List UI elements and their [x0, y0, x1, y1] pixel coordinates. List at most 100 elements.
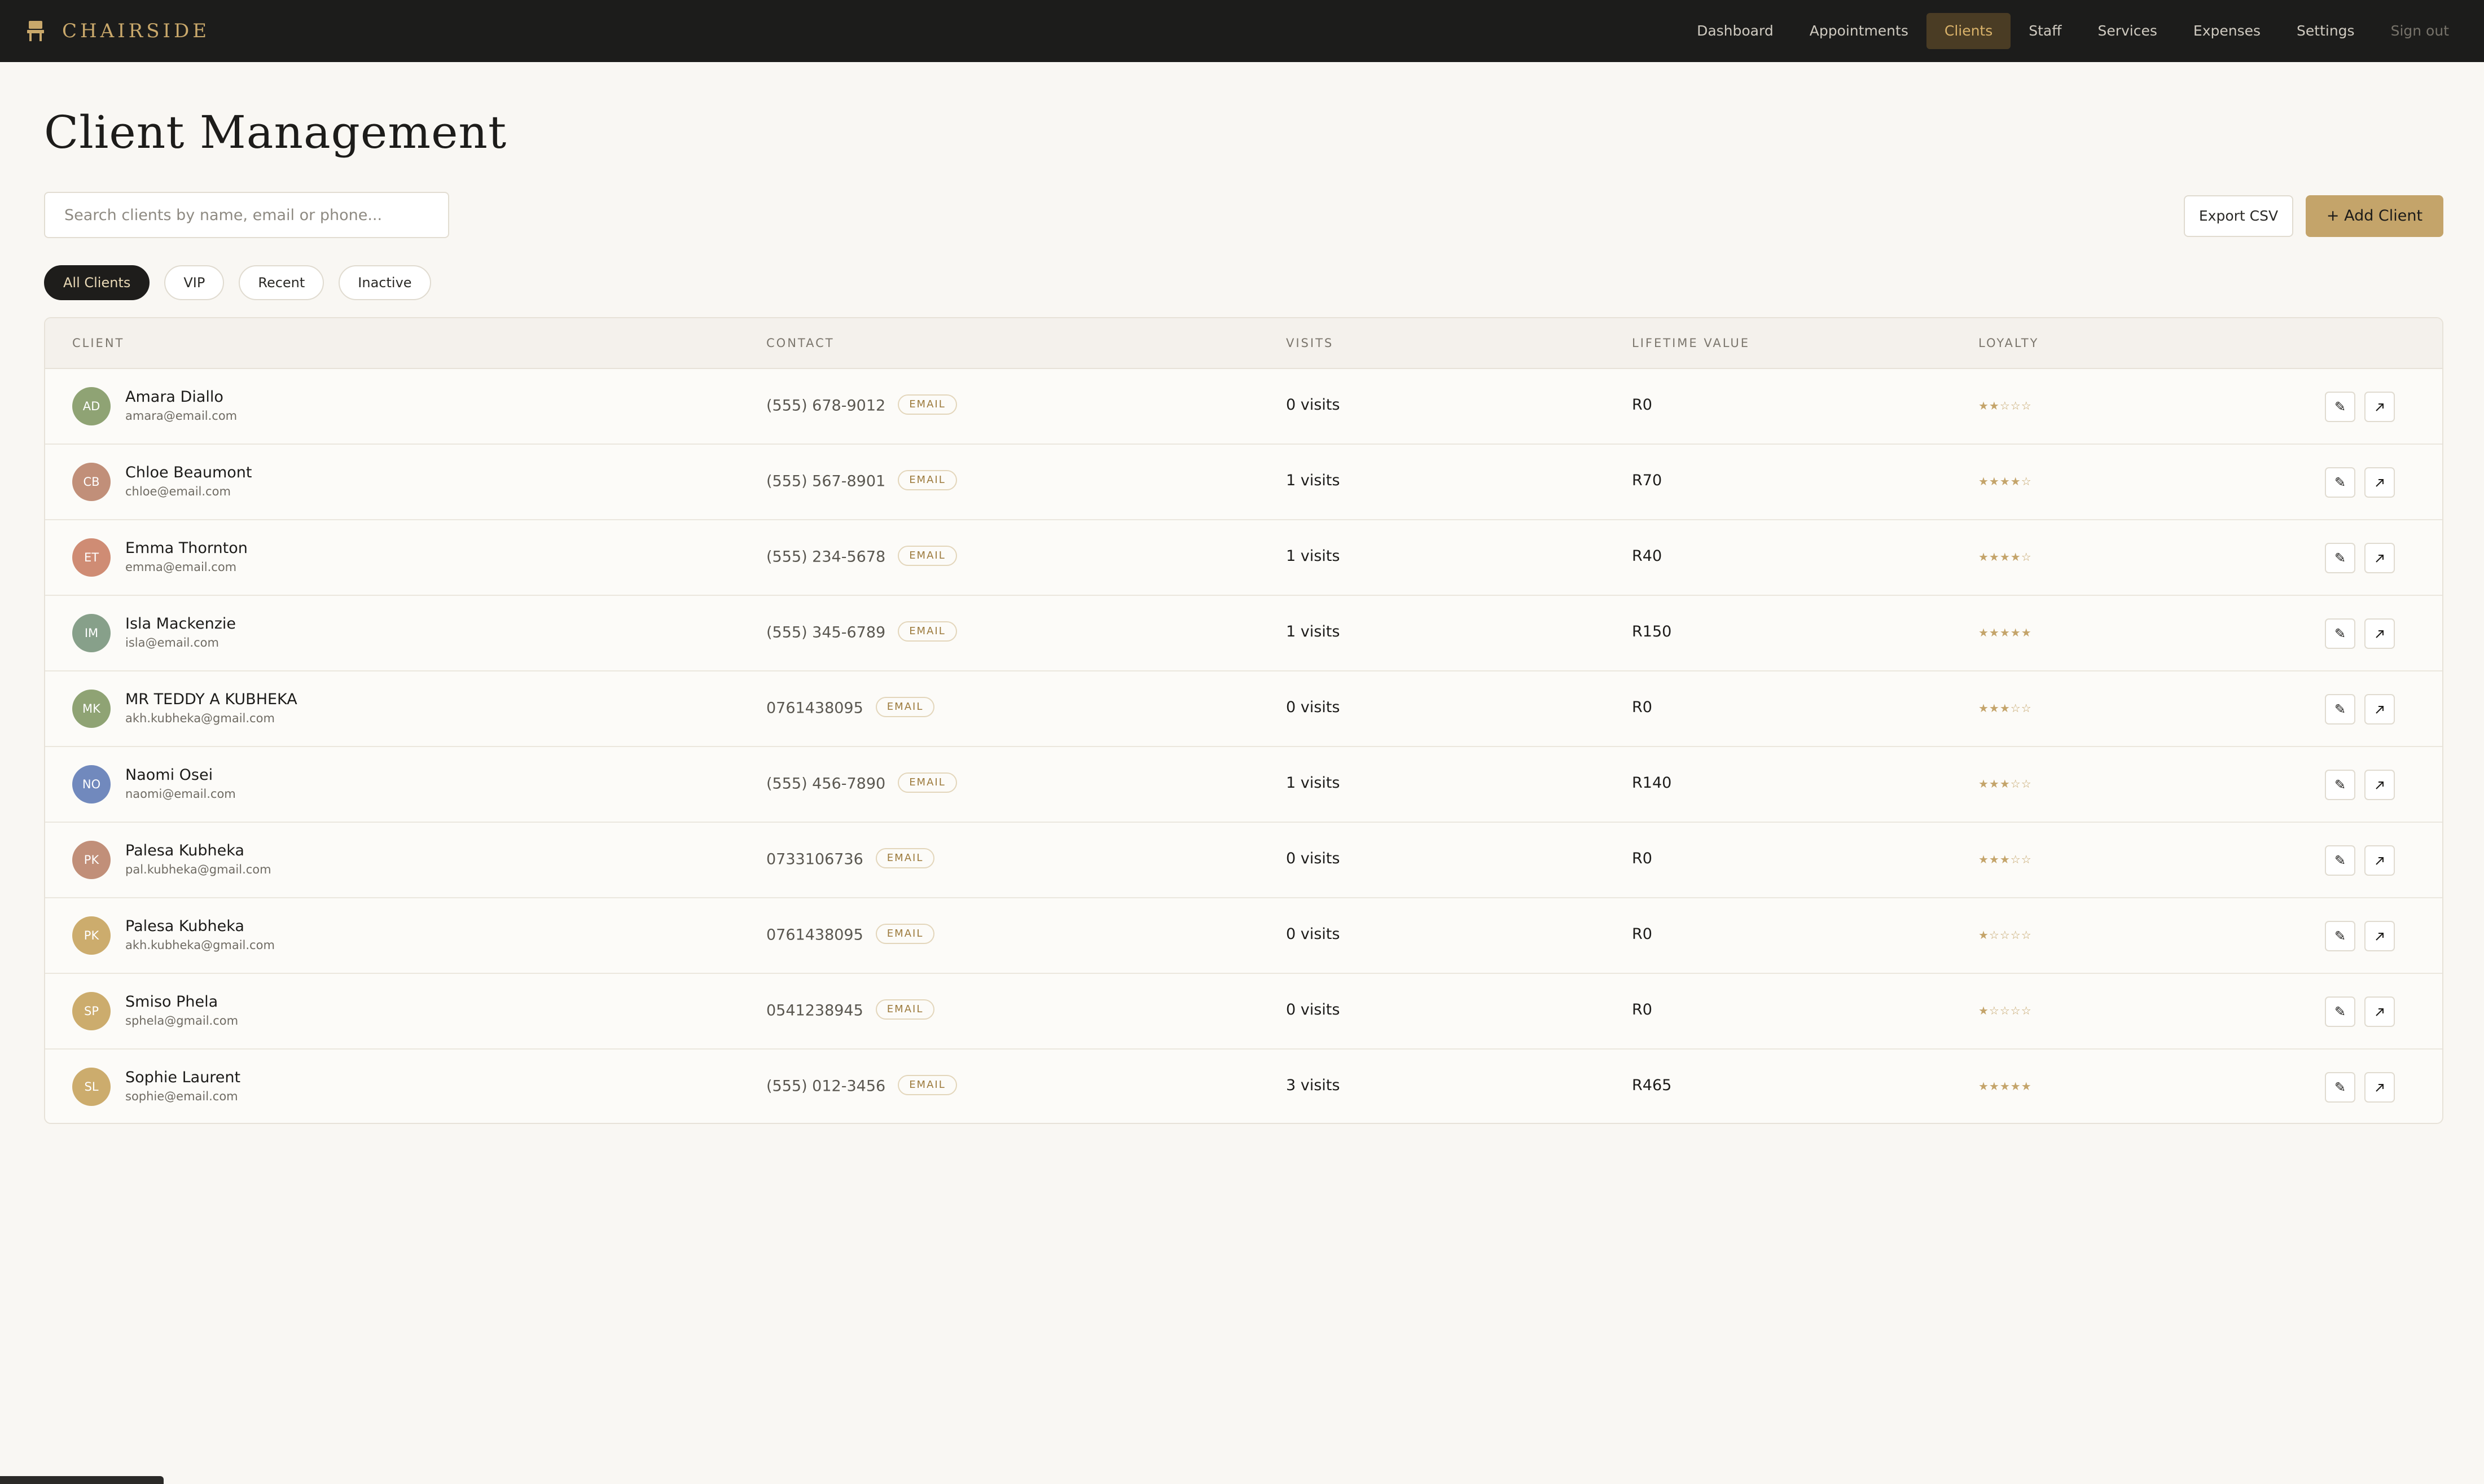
lifetime-value: R140 [1632, 774, 1672, 792]
loyalty-stars: ★★★★★ [1978, 1079, 2032, 1093]
avatar: NO [72, 765, 111, 804]
table-row[interactable]: NO Naomi Osei naomi@email.com (555) 456-789… [45, 746, 2442, 823]
chair-icon [26, 20, 45, 42]
client-name[interactable]: Sophie Laurent [125, 1069, 240, 1086]
client-name[interactable]: Chloe Beaumont [125, 464, 252, 481]
open-client-button[interactable] [2364, 845, 2395, 876]
edit-client-button[interactable]: ✎ [2325, 921, 2355, 951]
edit-client-button[interactable]: ✎ [2325, 467, 2355, 498]
table-row[interactable]: PK Palesa Kubheka akh.kubheka@gmail.com 076… [45, 897, 2442, 974]
column-header-lifetime-value[interactable]: LIFETIME VALUE [1632, 318, 1750, 368]
visit-count: 1 visits [1286, 472, 1340, 489]
client-name[interactable]: Naomi Osei [125, 766, 213, 784]
nav-sign-out[interactable]: Sign out [2373, 13, 2467, 49]
add-client-button[interactable]: + Add Client [2306, 195, 2443, 237]
edit-client-button[interactable]: ✎ [2325, 392, 2355, 422]
table-row[interactable]: MK MR TEDDY A KUBHEKA akh.kubheka@gmail.co… [45, 670, 2442, 747]
nav-dashboard[interactable]: Dashboard [1679, 13, 1792, 49]
client-name[interactable]: MR TEDDY A KUBHEKA [125, 691, 297, 708]
client-name[interactable]: Emma Thornton [125, 539, 248, 557]
email-tag[interactable]: EMAIL [875, 848, 935, 868]
visit-count: 0 visits [1286, 699, 1340, 716]
edit-client-button[interactable]: ✎ [2325, 618, 2355, 649]
open-client-button[interactable] [2364, 1072, 2395, 1103]
email-tag[interactable]: EMAIL [875, 999, 935, 1020]
email-tag[interactable]: EMAIL [898, 470, 957, 490]
edit-client-button[interactable]: ✎ [2325, 1072, 2355, 1103]
client-phone: 0761438095 [766, 926, 863, 944]
edit-client-button[interactable]: ✎ [2325, 694, 2355, 725]
open-client-button[interactable] [2364, 618, 2395, 649]
open-client-button[interactable] [2364, 543, 2395, 573]
client-name[interactable]: Amara Diallo [125, 388, 223, 406]
nav-services[interactable]: Services [2079, 13, 2175, 49]
nav-settings[interactable]: Settings [2279, 13, 2373, 49]
contact-info: 0761438095 EMAIL [766, 924, 935, 946]
table-row[interactable]: PK Palesa Kubheka pal.kubheka@gmail.com 073… [45, 822, 2442, 898]
nav-appointments[interactable]: Appointments [1792, 13, 1926, 49]
table-row[interactable]: ET Emma Thornton emma@email.com (555) 234-5… [45, 519, 2442, 596]
open-client-button[interactable] [2364, 770, 2395, 800]
client-phone: 0761438095 [766, 699, 863, 717]
client-phone: (555) 567-8901 [766, 472, 886, 490]
email-tag[interactable]: EMAIL [875, 924, 935, 944]
loyalty-stars: ★☆☆☆☆ [1978, 928, 2032, 942]
filter-pills: All Clients VIP Recent Inactive [44, 265, 446, 300]
email-tag[interactable]: EMAIL [898, 394, 957, 415]
client-name[interactable]: Palesa Kubheka [125, 842, 244, 859]
table-row[interactable]: AD Amara Diallo amara@email.com (555) 678-9… [45, 368, 2442, 445]
email-tag[interactable]: EMAIL [875, 697, 935, 717]
edit-client-button[interactable]: ✎ [2325, 770, 2355, 800]
contact-info: (555) 456-7890 EMAIL [766, 772, 957, 794]
client-phone: (555) 678-9012 [766, 397, 886, 415]
table-row[interactable]: SL Sophie Laurent sophie@email.com (555) 01… [45, 1048, 2442, 1123]
arrow-up-right-icon [2373, 853, 2386, 868]
column-header-visits[interactable]: VISITS [1286, 318, 1333, 368]
filter-all-clients[interactable]: All Clients [44, 265, 150, 300]
search-box[interactable] [44, 192, 449, 238]
filter-recent[interactable]: Recent [239, 265, 324, 300]
open-client-button[interactable] [2364, 996, 2395, 1027]
column-header-loyalty[interactable]: LOYALTY [1978, 318, 2039, 368]
nav-staff[interactable]: Staff [2011, 13, 2079, 49]
loyalty-stars: ★☆☆☆☆ [1978, 1004, 2032, 1017]
lifetime-value: R465 [1632, 1077, 1672, 1094]
export-csv-button[interactable]: Export CSV [2184, 195, 2293, 237]
table-row[interactable]: SP Smiso Phela sphela@gmail.com 0541238945 E… [45, 973, 2442, 1050]
filter-inactive[interactable]: Inactive [339, 265, 431, 300]
column-header-client[interactable]: CLIENT [72, 318, 124, 368]
loyalty-stars: ★★★★★ [1978, 626, 2032, 639]
open-client-button[interactable] [2364, 467, 2395, 498]
client-name[interactable]: Palesa Kubheka [125, 917, 244, 935]
email-tag[interactable]: EMAIL [898, 546, 957, 566]
client-email: sophie@email.com [125, 1090, 238, 1103]
email-tag[interactable]: EMAIL [898, 772, 957, 793]
brand-logo[interactable]: CHAIRSIDE [26, 0, 210, 62]
edit-client-button[interactable]: ✎ [2325, 996, 2355, 1027]
nav-clients[interactable]: Clients [1926, 13, 2011, 49]
contact-info: 0733106736 EMAIL [766, 848, 935, 870]
open-client-button[interactable] [2364, 694, 2395, 725]
arrow-up-right-icon [2373, 928, 2386, 944]
filter-vip[interactable]: VIP [164, 265, 225, 300]
table-row[interactable]: CB Chloe Beaumont chloe@email.com (555) 567… [45, 444, 2442, 520]
client-name[interactable]: Smiso Phela [125, 993, 218, 1011]
pencil-icon: ✎ [2334, 475, 2346, 490]
client-name[interactable]: Isla Mackenzie [125, 615, 236, 633]
lifetime-value: R0 [1632, 699, 1652, 716]
edit-client-button[interactable]: ✎ [2325, 543, 2355, 573]
open-client-button[interactable] [2364, 921, 2395, 951]
column-header-contact[interactable]: CONTACT [766, 318, 835, 368]
contact-info: 0761438095 EMAIL [766, 697, 935, 719]
arrow-up-right-icon [2373, 399, 2386, 415]
nav-expenses[interactable]: Expenses [2175, 13, 2279, 49]
open-client-button[interactable] [2364, 392, 2395, 422]
search-input[interactable] [63, 205, 448, 225]
email-tag[interactable]: EMAIL [898, 621, 957, 642]
table-row[interactable]: IM Isla Mackenzie isla@email.com (555) 345-… [45, 595, 2442, 671]
edit-client-button[interactable]: ✎ [2325, 845, 2355, 876]
loyalty-stars: ★★★★☆ [1978, 550, 2032, 564]
email-tag[interactable]: EMAIL [898, 1075, 957, 1095]
pencil-icon: ✎ [2334, 928, 2346, 944]
loyalty-stars: ★★☆☆☆ [1978, 399, 2032, 412]
